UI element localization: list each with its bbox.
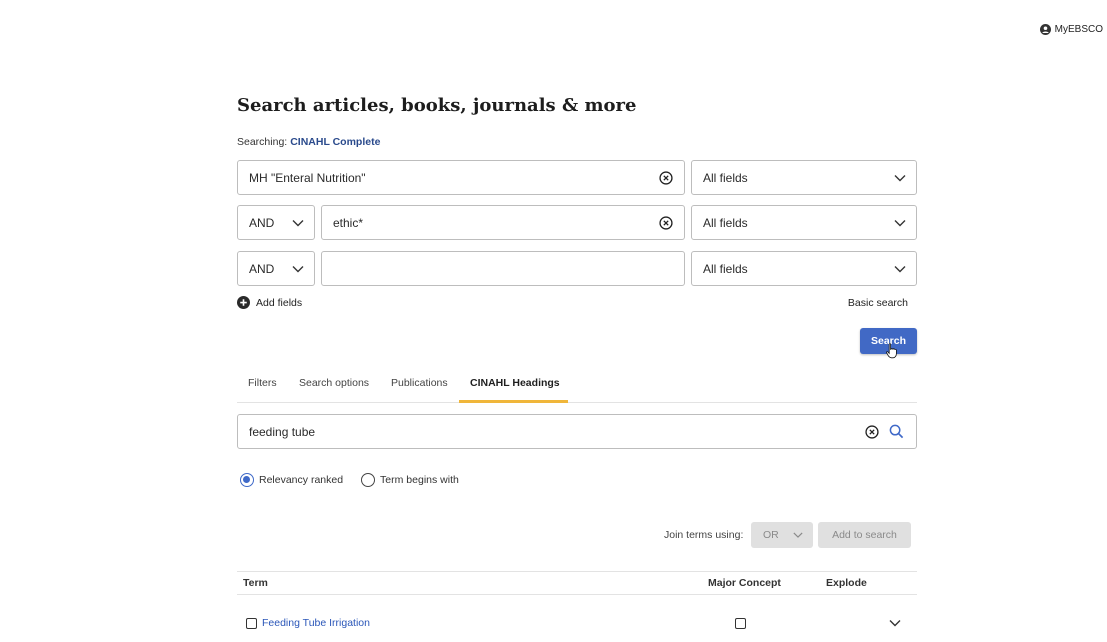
operator-select-2[interactable]: AND [237, 205, 315, 240]
field-select-2[interactable]: All fields [691, 205, 917, 240]
tab-publications[interactable]: Publications [391, 377, 448, 389]
page-title: Search articles, books, journals & more [237, 95, 637, 116]
column-major-concept: Major Concept [708, 577, 781, 589]
tab-cinahl-headings[interactable]: CINAHL Headings [470, 377, 560, 389]
headings-search-value: feeding tube [249, 424, 316, 439]
chevron-down-icon [894, 266, 906, 273]
clear-icon[interactable] [865, 425, 879, 439]
clear-icon[interactable] [659, 216, 673, 230]
radio-selected-icon [240, 473, 254, 487]
term-link[interactable]: Feeding Tube Irrigation [262, 617, 370, 629]
search-term-input-3[interactable] [321, 251, 685, 286]
radio-term-begins-with[interactable]: Term begins with [361, 473, 459, 487]
headings-search-input[interactable]: feeding tube [237, 414, 917, 449]
ranking-radio-group: Relevancy ranked Term begins with [240, 473, 459, 487]
join-terms-label: Join terms using: [664, 529, 744, 541]
myebsco-label: MyEBSCO [1054, 24, 1103, 35]
active-tab-indicator [459, 400, 568, 403]
radio-unselected-icon [361, 473, 376, 487]
radio-relevancy-label: Relevancy ranked [259, 474, 344, 486]
radio-begins-label: Term begins with [380, 474, 459, 486]
searching-line: Searching: CINAHL Complete [237, 136, 380, 148]
headings-table-header: Term Major Concept Explode [237, 571, 917, 595]
operator-select-3[interactable]: AND [237, 251, 315, 286]
user-icon [1039, 24, 1051, 35]
plus-circle-icon [237, 296, 250, 309]
search-term-input-1[interactable]: MH "Enteral Nutrition" [237, 160, 685, 195]
clear-icon[interactable] [659, 171, 673, 185]
myebsco-link[interactable]: MyEBSCO [1039, 24, 1103, 35]
field-select-value-3: All fields [703, 261, 748, 276]
field-select-3[interactable]: All fields [691, 251, 917, 286]
join-terms-value: OR [763, 529, 779, 541]
tab-search-options[interactable]: Search options [299, 377, 369, 389]
field-select-value-1: All fields [703, 170, 748, 185]
add-fields-button[interactable]: Add fields [237, 296, 302, 309]
column-explode: Explode [826, 577, 867, 589]
field-select-1[interactable]: All fields [691, 160, 917, 195]
search-tabs: Filters Search options Publications CINA… [237, 370, 917, 403]
search-term-value-1: MH "Enteral Nutrition" [249, 170, 366, 185]
chevron-down-icon [894, 220, 906, 227]
chevron-down-icon [292, 266, 304, 273]
search-row-2: AND ethic* All fields [237, 205, 917, 240]
chevron-down-icon [793, 532, 803, 538]
search-row-3: AND All fields [237, 251, 917, 286]
major-concept-checkbox[interactable] [735, 618, 746, 629]
search-row-1: MH "Enteral Nutrition" All fields [237, 160, 917, 195]
operator-value-2: AND [249, 215, 275, 230]
add-to-search-button[interactable]: Add to search [818, 522, 911, 548]
table-row: Feeding Tube Irrigation [237, 610, 917, 636]
chevron-down-icon [292, 220, 304, 227]
search-term-input-2[interactable]: ethic* [321, 205, 685, 240]
join-terms-select[interactable]: OR [751, 522, 813, 548]
term-checkbox[interactable] [246, 618, 257, 629]
search-icon[interactable] [889, 424, 904, 439]
hand-cursor-icon [886, 343, 897, 359]
field-select-value-2: All fields [703, 215, 748, 230]
column-term: Term [243, 577, 268, 589]
radio-relevancy-ranked[interactable]: Relevancy ranked [240, 473, 343, 487]
add-fields-label: Add fields [256, 296, 303, 309]
searching-label: Searching: [237, 136, 288, 148]
search-term-value-2: ethic* [333, 215, 364, 230]
chevron-down-icon[interactable] [889, 619, 901, 627]
operator-value-3: AND [249, 261, 275, 276]
database-link[interactable]: CINAHL Complete [290, 136, 380, 148]
tab-filters[interactable]: Filters [248, 377, 277, 389]
chevron-down-icon [894, 175, 906, 182]
basic-search-link[interactable]: Basic search [848, 297, 908, 309]
